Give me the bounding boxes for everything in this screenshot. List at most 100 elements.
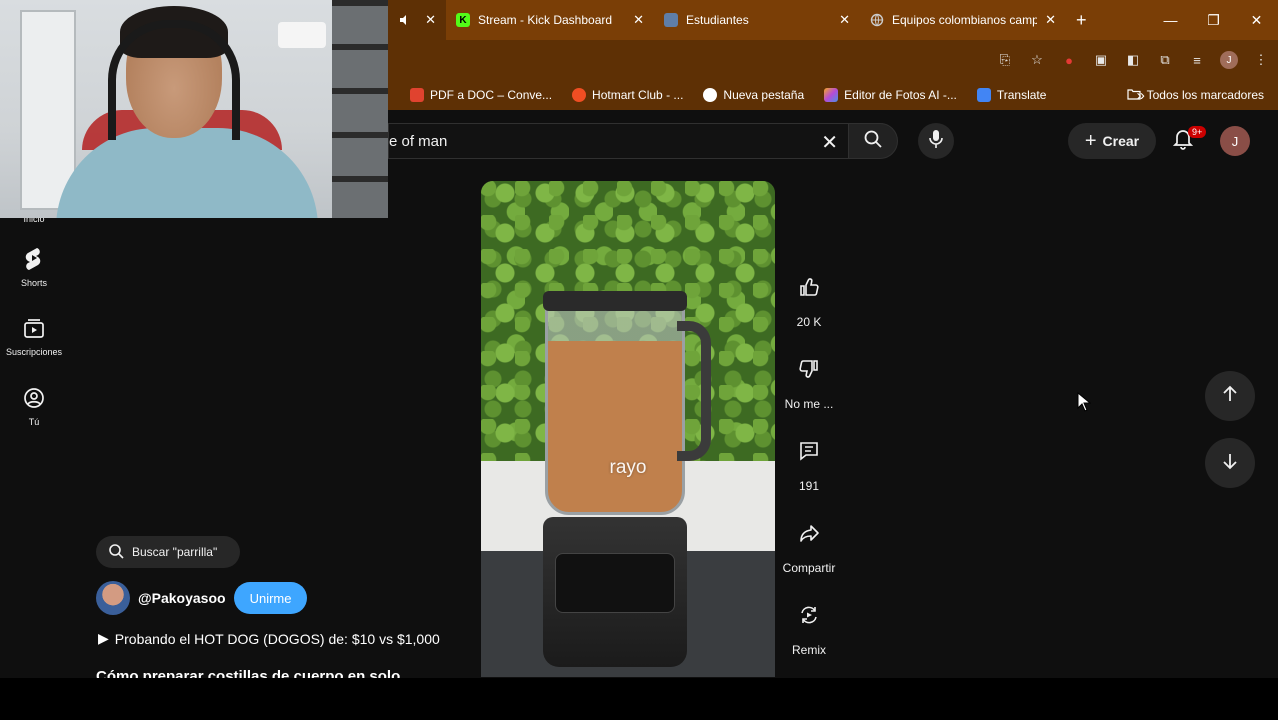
translate-icon: [976, 88, 991, 102]
profile-avatar[interactable]: J: [1220, 51, 1238, 69]
extension-gray-icon[interactable]: ◧: [1124, 51, 1142, 69]
voice-search-button[interactable]: [918, 123, 954, 159]
bookmark-star-icon[interactable]: ☆: [1028, 51, 1046, 69]
tab-title: Equipos colombianos camp: [892, 13, 1038, 27]
shorts-video-player[interactable]: rayo: [481, 181, 775, 677]
linked-video-title: Probando el HOT DOG (DOGOS) de: $10 vs $…: [114, 630, 440, 647]
search-input[interactable]: e of man ✕: [388, 123, 848, 159]
dislike-button[interactable]: No me ...: [778, 347, 840, 429]
google-icon: [703, 88, 718, 102]
search-suggestion-chip[interactable]: Buscar "parrilla": [96, 536, 240, 568]
subscriptions-icon: [23, 317, 45, 341]
extension-red-icon[interactable]: ●: [1060, 51, 1078, 69]
channel-name[interactable]: @Pakoyasoo: [138, 590, 226, 606]
shorts-action-rail: 20 K No me ... 191 Compartir Remix: [778, 265, 840, 675]
guide-item-you[interactable]: Tú: [0, 372, 68, 442]
search-icon: [108, 543, 124, 562]
webcam-overlay: [0, 0, 388, 218]
guide-label: Tú: [28, 417, 40, 427]
mouse-cursor-icon: [1077, 391, 1092, 417]
arrow-up-icon: [1220, 384, 1240, 409]
search-chip-label: Buscar "parrilla": [132, 545, 218, 559]
you-icon: [23, 387, 45, 411]
folder-icon: [1127, 88, 1141, 103]
create-label: Crear: [1102, 133, 1140, 149]
join-button[interactable]: Unirme: [233, 582, 308, 614]
background-air-conditioner: [278, 22, 326, 48]
media-control-icon[interactable]: ≡: [1188, 51, 1206, 69]
share-label: Compartir: [782, 561, 836, 575]
blender-base: [543, 517, 687, 667]
previous-short-button[interactable]: [1205, 371, 1255, 421]
all-bookmarks-label: Todos los marcadores: [1146, 88, 1264, 102]
install-app-icon[interactable]: ⎘: [996, 51, 1014, 69]
close-icon[interactable]: ✕: [1045, 12, 1056, 28]
remix-label: Remix: [791, 643, 826, 657]
hotmart-icon: [572, 88, 587, 102]
background-shelf: [332, 0, 388, 218]
bookmark-hotmart[interactable]: Hotmart Club - ...: [562, 88, 693, 102]
shorts-icon: [23, 246, 45, 272]
comment-icon: [787, 429, 831, 473]
restore-icon[interactable]: ❐: [1192, 12, 1235, 29]
minimize-icon[interactable]: —: [1149, 12, 1192, 28]
all-bookmarks-button[interactable]: Todos los marcadores: [1127, 80, 1264, 110]
search-icon: [863, 129, 883, 154]
share-icon: [787, 511, 831, 555]
create-button[interactable]: + Crear: [1068, 123, 1156, 159]
linked-video-link[interactable]: ▶ Probando el HOT DOG (DOGOS) de: $10 vs…: [98, 630, 440, 647]
plus-icon: +: [1084, 129, 1097, 152]
globe-icon: [870, 13, 884, 27]
extension-dark-icon[interactable]: ▣: [1092, 51, 1110, 69]
guide-item-shorts[interactable]: Shorts: [0, 232, 68, 302]
close-window-icon[interactable]: ✕: [1235, 12, 1278, 29]
menu-kebab-icon[interactable]: ⋮: [1252, 51, 1270, 69]
toolbar: ⎘ ☆ ● ▣ ◧ ⧉ ≡ J ⋮: [388, 40, 1278, 80]
channel-avatar[interactable]: [96, 581, 130, 615]
close-icon[interactable]: ✕: [839, 12, 850, 28]
account-avatar[interactable]: J: [1220, 126, 1250, 156]
tab-equipos[interactable]: Equipos colombianos camp ✕: [860, 0, 1066, 40]
like-icon: [787, 265, 831, 309]
clear-search-icon[interactable]: ✕: [821, 130, 838, 155]
tab-estudiantes[interactable]: Estudiantes ✕: [654, 0, 860, 40]
microphone-icon: [928, 129, 944, 154]
close-icon[interactable]: ✕: [425, 12, 436, 28]
comments-button[interactable]: 191: [778, 429, 840, 511]
guide: Shorts Suscripciones Tú: [0, 232, 68, 442]
bookmark-translate[interactable]: Translate: [967, 88, 1057, 102]
comment-count: 191: [798, 479, 820, 493]
bookmark-new-tab[interactable]: Nueva pestaña: [693, 88, 814, 102]
tab-bar: ✕ K Stream - Kick Dashboard ✕ Estudiante…: [388, 0, 1278, 40]
remix-button[interactable]: Remix: [778, 593, 840, 675]
bookmark-pdf[interactable]: PDF a DOC – Conve...: [388, 88, 562, 102]
guide-label: Shorts: [20, 278, 47, 288]
screen: ✕ K Stream - Kick Dashboard ✕ Estudiante…: [0, 0, 1278, 720]
speaker-icon: [398, 13, 412, 27]
dislike-icon: [787, 347, 831, 391]
blender-jar: [545, 295, 685, 515]
next-short-button[interactable]: [1205, 438, 1255, 488]
tab-active[interactable]: ✕: [388, 0, 446, 40]
tab-title: Estudiantes: [686, 13, 749, 27]
photo-editor-icon: [824, 88, 839, 102]
like-button[interactable]: 20 K: [778, 265, 840, 347]
extensions-puzzle-icon[interactable]: ⧉: [1156, 51, 1174, 69]
bookmark-label: Hotmart Club - ...: [592, 88, 684, 102]
bookmark-editor[interactable]: Editor de Fotos AI -...: [814, 88, 967, 102]
search-button[interactable]: [848, 123, 898, 159]
blender-panel: [555, 553, 675, 613]
youtube-header: e of man ✕ + Crear 9+ J: [388, 110, 1278, 172]
blender-handle: [677, 321, 711, 461]
bookmark-label: PDF a DOC – Conve...: [430, 88, 553, 102]
close-icon[interactable]: ✕: [633, 12, 644, 28]
tab-title: Stream - Kick Dashboard: [478, 13, 613, 27]
guide-item-subscriptions[interactable]: Suscripciones: [0, 302, 68, 372]
share-button[interactable]: Compartir: [778, 511, 840, 593]
new-tab-button[interactable]: +: [1066, 0, 1097, 40]
doc-icon: [664, 13, 678, 27]
headset: [108, 20, 240, 140]
tab-kick[interactable]: K Stream - Kick Dashboard ✕: [446, 0, 654, 40]
letterbox-bar: [0, 678, 1278, 720]
notification-badge: 9+: [1188, 126, 1207, 138]
